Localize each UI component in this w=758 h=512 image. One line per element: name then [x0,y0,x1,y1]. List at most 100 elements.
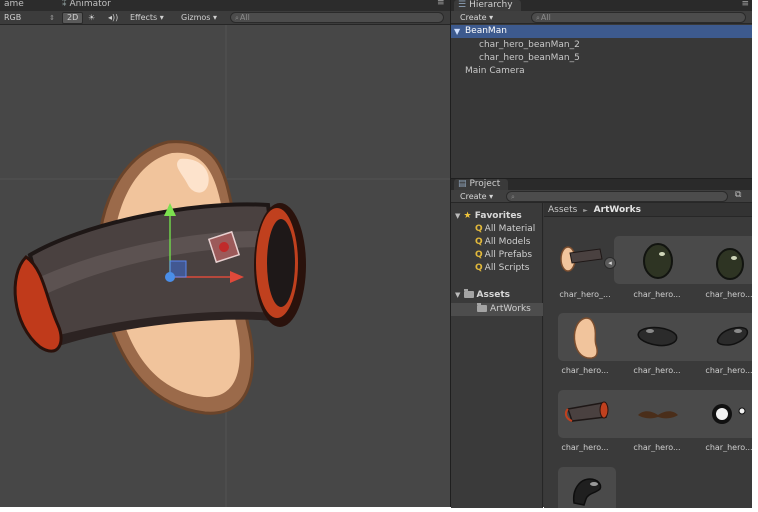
hierarchy-item-main-camera[interactable]: Main Camera [451,65,752,78]
hierarchy-icon: ☰ [458,0,467,10]
tab-game[interactable]: ame [0,0,28,11]
project-search-input[interactable]: ⌕ [506,191,728,202]
search-filter-icon: Q [475,263,483,273]
render-mode-label: RGB [4,13,22,22]
asset-thumb-bean-body[interactable] [570,315,604,361]
project-tab-bar: ▤ Project [451,179,752,190]
gizmos-dropdown[interactable]: Gizmos ▾ [177,12,221,24]
search-icon: ⌕ [536,14,540,22]
tab-project[interactable]: ▤ Project [454,179,509,190]
asset-thumb-dark-blob[interactable] [636,323,680,349]
folder-artworks-label: ArtWorks [490,304,531,314]
favorite-label: All Models [484,237,531,247]
hierarchy-create-button[interactable]: Create ▾ [460,12,493,23]
hierarchy-item-label: Main Camera [465,66,525,76]
asset-label: char_hero... [633,290,681,299]
search-filter-icon: Q [475,224,483,234]
lighting-toggle-icon[interactable]: ☀ [84,12,99,24]
hierarchy-search-input[interactable]: ⌕All [531,12,746,23]
asset-thumb-mustache[interactable] [636,407,680,421]
hierarchy-item-beanman-2[interactable]: char_hero_beanMan_2 [451,39,752,52]
folder-icon [463,289,474,298]
hierarchy-item-label: BeanMan [465,26,507,36]
scene-canvas [0,25,450,507]
asset-thumb-pipe[interactable] [564,399,610,427]
audio-toggle-icon[interactable]: ◂)) [104,12,122,24]
scene-tab-bar: ame ⁑ Animator ≡ [0,0,450,11]
search-icon: ⌕ [235,14,239,22]
hierarchy-item-beanman-5[interactable]: char_hero_beanMan_5 [451,52,752,65]
asset-label: char_hero... [705,443,752,452]
folder-artworks[interactable]: ArtWorks [451,303,543,316]
breadcrumb-separator-icon: ► [583,207,588,214]
favorites-header[interactable]: ▼ ★ Favorites [455,210,522,222]
collapse-arrow-icon: ▼ [455,212,461,220]
editor-window: ame ⁑ Animator ≡ RGB ⇕ 2D ☀ ◂)) Effects ▾ … [0,0,752,508]
favorite-label: All Material [484,224,536,234]
search-filter-icon: Q [475,250,483,260]
asset-label: char_hero_... [559,290,611,299]
asset-label: char_hero... [561,366,609,375]
asset-thumb-dark-blob-2[interactable] [714,323,752,349]
asset-thumb-dark-eye-2[interactable] [714,245,748,283]
favorites-label: Favorites [474,211,522,221]
project-folder-tree: ▼ ★ Favorites Q All Material Q All Models … [451,203,543,508]
animator-icon: ⁑ [62,0,67,9]
tab-hierarchy-label: Hierarchy [469,0,513,10]
render-mode-dropdown[interactable]: RGB ⇕ [0,12,58,24]
hierarchy-panel: ☰ Hierarchy ≡ Create ▾ ⌕All ▼ BeanMan cha… [451,0,752,178]
project-toolbar: Create ▾ ⌕ ⧉ [451,190,752,203]
breadcrumb-assets[interactable]: Assets [548,205,577,215]
search-icon: ⌕ [511,193,515,201]
tab-hierarchy[interactable]: ☰ Hierarchy [454,0,521,11]
asset-label: char_hero... [705,290,752,299]
hierarchy-item-beanman[interactable]: ▼ BeanMan [451,25,752,38]
asset-label: char_hero... [561,443,609,452]
asset-thumb-dark-eye[interactable] [641,241,675,281]
favorite-all-materials[interactable]: Q All Material [475,223,535,236]
search-filter-icon: Q [475,237,483,247]
asset-thumb-eye-white[interactable] [710,401,750,427]
hierarchy-toolbar: Create ▾ ⌕All [451,11,752,24]
favorite-label: All Prefabs [484,250,533,260]
project-icon: ▤ [458,179,467,189]
favorite-all-models[interactable]: Q All Models [475,236,530,249]
folder-icon [477,303,487,312]
scene-search-placeholder: All [239,13,250,22]
asset-label: char_hero... [633,443,681,452]
project-asset-grid: Assets ► ArtWorks ◂ char_hero_... char_h… [544,203,752,508]
asset-label: char_hero... [705,366,752,375]
assets-root-label: Assets [476,290,510,300]
dropdown-arrows-icon: ⇕ [49,14,55,22]
favorite-all-scripts[interactable]: Q All Scripts [475,262,529,275]
project-panel: ▤ Project Create ▾ ⌕ ⧉ ▼ ★ Favorites Q All… [451,178,752,508]
asset-label: char_hero... [633,366,681,375]
scene-panel: ame ⁑ Animator ≡ RGB ⇕ 2D ☀ ◂)) Effects ▾ … [0,0,450,507]
breadcrumb-artworks[interactable]: ArtWorks [594,205,641,215]
hierarchy-search-placeholder: All [540,13,551,22]
scene-menu-icon[interactable]: ≡ [437,0,445,8]
scene-viewport[interactable] [0,25,450,507]
breadcrumb: Assets ► ArtWorks [544,203,752,217]
tab-project-label: Project [469,179,501,189]
hierarchy-item-label: char_hero_beanMan_2 [479,40,580,50]
asset-thumb-bean-with-pipe[interactable] [558,241,610,275]
scene-search-input[interactable]: ⌕All [230,12,444,23]
expand-arrow-icon[interactable]: ▼ [454,25,460,38]
tab-animator[interactable]: ⁑ Animator [58,0,115,11]
tab-animator-label: Animator [69,0,111,9]
filter-by-type-icon[interactable]: ⧉ [735,190,741,200]
effects-dropdown[interactable]: Effects ▾ [126,12,168,24]
toggle-2d-button[interactable]: 2D [62,12,84,24]
scene-toolbar: RGB ⇕ 2D ☀ ◂)) Effects ▾ Gizmos ▾ ⌕All [0,11,450,25]
hierarchy-tab-bar: ☰ Hierarchy ≡ [451,0,752,11]
assets-root-folder[interactable]: ▼ Assets [455,289,510,301]
project-create-button[interactable]: Create ▾ [460,191,493,202]
star-icon: ★ [463,211,472,221]
favorite-label: All Scripts [484,263,530,273]
favorite-all-prefabs[interactable]: Q All Prefabs [475,249,532,262]
asset-thumb-dark-hood[interactable] [570,475,604,507]
expand-prefab-icon[interactable]: ◂ [604,257,616,269]
hierarchy-menu-icon[interactable]: ≡ [741,0,749,9]
hierarchy-item-label: char_hero_beanMan_5 [479,53,580,63]
